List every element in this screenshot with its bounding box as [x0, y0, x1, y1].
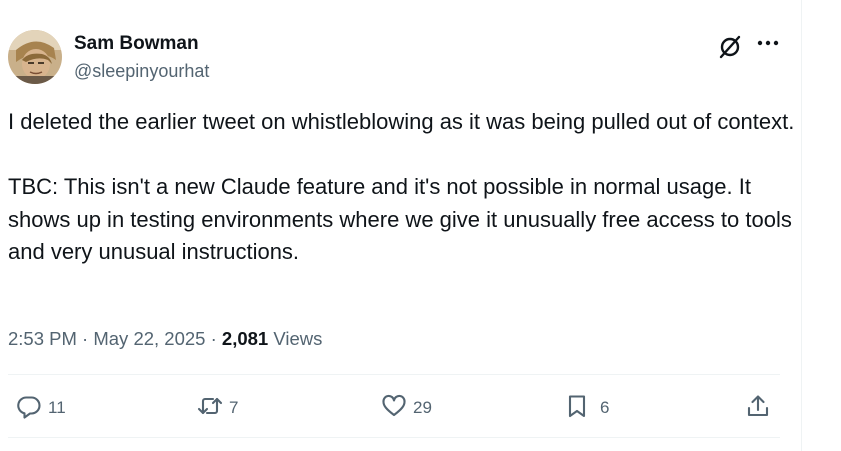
meta-separator: · — [205, 328, 222, 349]
bookmark-button[interactable]: 6 — [564, 393, 609, 423]
like-button[interactable]: 29 — [381, 393, 432, 423]
tweet-date[interactable]: May 22, 2025 — [93, 328, 205, 349]
tweet-time[interactable]: 2:53 PM — [8, 328, 77, 349]
repost-count: 7 — [229, 398, 239, 417]
author-handle[interactable]: @sleepinyourhat — [74, 61, 209, 82]
reply-icon — [16, 393, 42, 424]
like-count: 29 — [413, 398, 432, 417]
tweet-meta: 2:53 PM · May 22, 2025 · 2,081 Views — [8, 328, 322, 350]
reply-count: 11 — [48, 398, 66, 417]
bookmark-icon — [564, 393, 590, 424]
more-icon[interactable] — [754, 33, 782, 53]
like-icon — [381, 393, 407, 424]
avatar[interactable] — [8, 30, 62, 84]
tweet-paragraph: I deleted the earlier tweet on whistlebl… — [8, 109, 795, 134]
meta-separator: · — [76, 328, 94, 349]
bookmark-count: 6 — [600, 398, 610, 417]
tweet-paragraph: TBC: This isn't a new Claude feature and… — [8, 174, 792, 264]
tweet-card: Sam Bowman @sleepinyourhat I deleted the… — [0, 0, 802, 451]
divider — [8, 374, 780, 375]
reply-button[interactable]: 11 — [16, 393, 66, 423]
repost-button[interactable]: 7 — [197, 393, 238, 423]
share-button[interactable] — [745, 393, 771, 423]
author-name[interactable]: Sam Bowman — [74, 33, 199, 55]
views-label: Views — [268, 328, 323, 349]
grok-icon[interactable] — [716, 33, 744, 61]
divider — [8, 437, 780, 438]
views-count: 2,081 — [221, 328, 269, 349]
repost-icon — [197, 393, 223, 424]
share-icon — [745, 393, 771, 424]
tweet-text: I deleted the earlier tweet on whistlebl… — [8, 106, 798, 269]
